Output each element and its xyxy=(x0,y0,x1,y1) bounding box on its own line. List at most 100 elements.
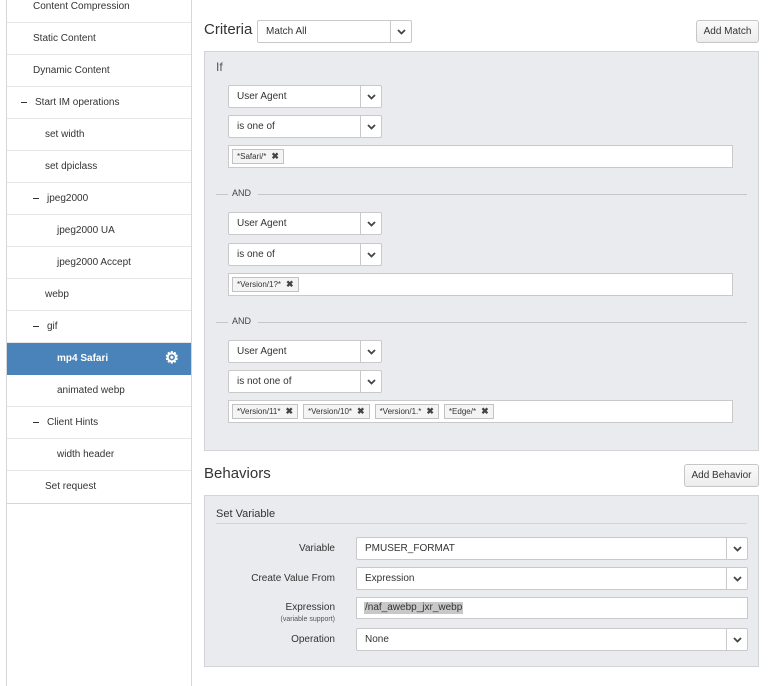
operation-label: Operation xyxy=(291,634,335,645)
tree-item-mp4-safari[interactable]: mp4 Safari ⚙ xyxy=(7,343,191,375)
tag-text: *Edge/* xyxy=(448,407,477,416)
close-icon[interactable]: ✖ xyxy=(285,405,293,418)
condition-3-values-input[interactable]: *Version/11* ✖ *Version/10* ✖ *Version/1.*… xyxy=(228,400,733,423)
tree-item-set-dpiclass[interactable]: set dpiclass xyxy=(7,151,191,183)
value-tag: *Safari/* ✖ xyxy=(232,149,284,164)
chevron-down-icon[interactable] xyxy=(726,629,747,650)
minus-icon[interactable] xyxy=(33,407,41,439)
tree-item-label: Client Hints xyxy=(47,417,99,428)
tag-text: *Safari/* xyxy=(237,152,267,161)
chevron-down-icon[interactable] xyxy=(360,244,381,265)
select-value: None xyxy=(365,634,389,645)
select-value: is one of xyxy=(237,121,275,132)
tree-item-start-im-operations[interactable]: Start IM operations xyxy=(7,87,191,119)
expression-sublabel: (variable support) xyxy=(280,616,335,623)
rule-tree: Content Compression Static Content Dynam… xyxy=(7,0,191,504)
match-select[interactable]: Match All xyxy=(257,20,412,43)
tree-item-jpeg2000-ua[interactable]: jpeg2000 UA xyxy=(7,215,191,247)
tree-item-static-content[interactable]: Static Content xyxy=(7,23,191,55)
chevron-down-icon[interactable] xyxy=(726,568,747,589)
chevron-down-icon[interactable] xyxy=(726,538,747,559)
condition-1-field-select[interactable]: User Agent xyxy=(228,85,382,108)
tree-item-jpeg2000-accept[interactable]: jpeg2000 Accept xyxy=(7,247,191,279)
tag-text: *Version/10* xyxy=(307,407,353,416)
operation-select[interactable]: None xyxy=(356,628,748,651)
condition-1-operator-select[interactable]: is one of xyxy=(228,115,382,138)
tree-item-webp[interactable]: webp xyxy=(7,279,191,311)
chevron-down-icon[interactable] xyxy=(360,371,381,392)
tree-item-label: Start IM operations xyxy=(35,97,120,108)
tree-item-jpeg2000[interactable]: jpeg2000 xyxy=(7,183,191,215)
tree-item-label: set dpiclass xyxy=(45,161,98,172)
expression-value: /naf_awebp_jxr_webp xyxy=(364,602,464,614)
tree-item-label: Static Content xyxy=(33,33,96,44)
value-tag: *Version/1?* ✖ xyxy=(232,277,299,292)
value-tag: *Version/11* ✖ xyxy=(232,404,298,419)
condition-2-operator-select[interactable]: is one of xyxy=(228,243,382,266)
chevron-down-icon[interactable] xyxy=(360,116,381,137)
behaviors-title: Behaviors xyxy=(204,465,271,482)
tree-item-client-hints[interactable]: Client Hints xyxy=(7,407,191,439)
tree-item-label: width header xyxy=(57,449,115,460)
tree-item-label: Dynamic Content xyxy=(33,65,110,76)
tree-item-label: set width xyxy=(45,129,85,140)
select-value: User Agent xyxy=(237,91,287,102)
value-tag: *Version/1.* ✖ xyxy=(374,404,439,419)
add-behavior-button[interactable]: Add Behavior xyxy=(684,464,759,487)
close-icon[interactable]: ✖ xyxy=(481,405,489,418)
criteria-panel: If User Agent is one of *Safari/* ✖ AND xyxy=(204,51,759,451)
tag-text: *Version/1?* xyxy=(237,280,282,289)
tree-item-label: Content Compression xyxy=(33,1,130,12)
close-icon[interactable]: ✖ xyxy=(426,405,434,418)
gear-icon[interactable]: ⚙ xyxy=(165,343,179,375)
tree-item-set-request[interactable]: Set request xyxy=(7,471,191,503)
condition-3-operator-select[interactable]: is not one of xyxy=(228,370,382,393)
close-icon[interactable]: ✖ xyxy=(271,150,279,163)
expression-label: Expression xyxy=(285,602,335,613)
tree-item-label: webp xyxy=(45,289,69,300)
select-value: is one of xyxy=(237,249,275,260)
expression-input[interactable]: /naf_awebp_jxr_webp xyxy=(356,597,748,619)
tree-item-label: Set request xyxy=(45,481,97,492)
close-icon[interactable]: ✖ xyxy=(286,278,294,291)
tree-item-gif[interactable]: gif xyxy=(7,311,191,343)
match-select-value: Match All xyxy=(266,26,307,37)
tree-item-animated-webp[interactable]: animated webp xyxy=(7,375,191,407)
tag-text: *Version/1.* xyxy=(379,407,422,416)
tree-item-label: animated webp xyxy=(57,385,125,396)
select-value: Expression xyxy=(365,573,415,584)
minus-icon[interactable] xyxy=(21,87,29,119)
create-value-from-select[interactable]: Expression xyxy=(356,567,748,590)
if-label: If xyxy=(216,60,223,74)
variable-select[interactable]: PMUSER_FORMAT xyxy=(356,537,748,560)
condition-3-field-select[interactable]: User Agent xyxy=(228,340,382,363)
chevron-down-icon[interactable] xyxy=(360,341,381,362)
condition-1-values-input[interactable]: *Safari/* ✖ xyxy=(228,145,733,168)
value-tag: *Version/10* ✖ xyxy=(302,404,370,419)
tree-item-content-compression[interactable]: Content Compression xyxy=(7,0,191,23)
tree-item-dynamic-content[interactable]: Dynamic Content xyxy=(7,55,191,87)
select-value: User Agent xyxy=(237,346,287,357)
tree-item-label: jpeg2000 Accept xyxy=(57,257,131,268)
minus-icon[interactable] xyxy=(33,183,41,215)
value-tag: *Edge/* ✖ xyxy=(443,404,494,419)
tree-item-label: jpeg2000 UA xyxy=(57,225,115,236)
divider xyxy=(216,523,747,524)
minus-icon[interactable] xyxy=(33,311,41,343)
set-variable-panel: Set Variable Variable PMUSER_FORMAT Crea… xyxy=(204,495,759,667)
rule-tree-sidebar: Content Compression Static Content Dynam… xyxy=(6,0,192,686)
chevron-down-icon[interactable] xyxy=(360,213,381,234)
condition-2-values-input[interactable]: *Version/1?* ✖ xyxy=(228,273,733,296)
close-icon[interactable]: ✖ xyxy=(357,405,365,418)
set-variable-title: Set Variable xyxy=(216,508,276,520)
add-match-button[interactable]: Add Match xyxy=(696,20,759,43)
chevron-down-icon[interactable] xyxy=(390,21,411,42)
tree-item-label: jpeg2000 xyxy=(47,193,89,204)
condition-2-field-select[interactable]: User Agent xyxy=(228,212,382,235)
criteria-title: Criteria xyxy=(204,21,253,38)
tree-item-width-header[interactable]: width header xyxy=(7,439,191,471)
variable-label: Variable xyxy=(299,543,335,554)
tree-item-set-width[interactable]: set width xyxy=(7,119,191,151)
and-separator: AND xyxy=(216,188,747,200)
chevron-down-icon[interactable] xyxy=(360,86,381,107)
